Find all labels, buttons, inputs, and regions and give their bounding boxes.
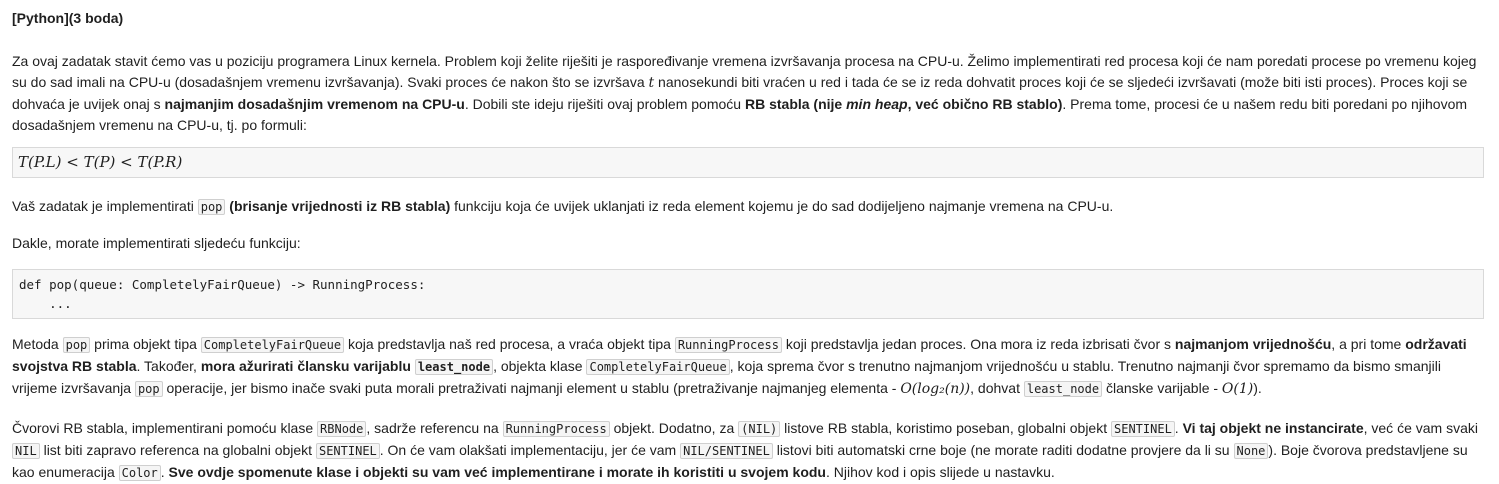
inline-code-nil-sentinel: NIL/SENTINEL bbox=[680, 443, 773, 459]
code-block: def pop(queue: CompletelyFairQueue) -> R… bbox=[12, 269, 1484, 319]
metoda-text-10: , dohvat bbox=[970, 380, 1024, 396]
assignment-document: [Python](3 boda) Za ovaj zadatak stavit … bbox=[0, 8, 1498, 484]
cvorovi-text-12: . Njihov kod i opis slijede u nastavku. bbox=[825, 464, 1055, 480]
inline-code-color: Color bbox=[118, 465, 161, 481]
inline-code-least-node: least_node bbox=[1023, 381, 1103, 397]
inline-code-none: None bbox=[1233, 443, 1269, 459]
metoda-text-12: ). bbox=[1253, 380, 1262, 396]
inline-code-sentinel: SENTINEL bbox=[315, 443, 380, 459]
inline-code-completelyfairqueue: CompletelyFairQueue bbox=[586, 359, 730, 375]
metoda-text-2: prima objekt tipa bbox=[90, 336, 201, 352]
intro-paragraph: Za ovaj zadatak stavit ćemo vas u pozici… bbox=[12, 51, 1484, 136]
metoda-paragraph: Metoda pop prima objekt tipa CompletelyF… bbox=[12, 334, 1484, 400]
cvorovi-paragraph: Čvorovi RB stabla, implementirani pomoću… bbox=[12, 418, 1484, 484]
intro-bold-2-italic: min heap bbox=[846, 96, 908, 112]
metoda-bold-3-text: mora ažurirati člansku varijablu bbox=[200, 358, 415, 374]
inline-code-runningprocess: RunningProcess bbox=[674, 337, 782, 353]
inline-code-least-node: least_node bbox=[414, 359, 494, 375]
code-line-1: def pop(queue: CompletelyFairQueue) -> R… bbox=[19, 277, 426, 292]
intro-bold-2b: , već obično RB stablo) bbox=[907, 96, 1063, 112]
inline-code-nil: (NIL) bbox=[738, 421, 781, 437]
cvorovi-bold-2: Sve ovdje spomenute klase i objekti su v… bbox=[168, 464, 826, 480]
intro-bold-2a: RB stabla (nije bbox=[744, 96, 847, 112]
cvorovi-bold-1: Vi taj objekt ne instancirate bbox=[1182, 420, 1364, 436]
intro-bold-2: RB stabla (nije min heap, već obično RB … bbox=[745, 96, 1062, 112]
formula-box: T(P.L) < T(P) < T(P.R) bbox=[12, 147, 1484, 178]
metoda-bold-3: mora ažurirati člansku varijablu least_n… bbox=[200, 358, 494, 375]
cvorovi-text-9: listovi biti automatski crne boje (ne mo… bbox=[772, 442, 1234, 458]
inline-code-runningprocess: RunningProcess bbox=[502, 421, 610, 437]
metoda-text-6: . Također, bbox=[136, 358, 201, 374]
math-complexity-log: O(log₂(n)) bbox=[900, 381, 971, 397]
dakle-paragraph: Dakle, morate implementirati sljedeću fu… bbox=[12, 235, 301, 251]
metoda-text-5: , a pri tome bbox=[1331, 336, 1406, 352]
cvorovi-text-3: objekt. Dodatno, za bbox=[609, 420, 739, 436]
cvorovi-text-4: listove RB stabla, koristimo poseban, gl… bbox=[780, 420, 1111, 436]
inline-code-sentinel: SENTINEL bbox=[1111, 421, 1175, 437]
cvorovi-text-2: , sadrže referencu na bbox=[366, 420, 503, 436]
code-line-2: ... bbox=[19, 296, 72, 311]
pop-bold: (brisanje vrijednosti iz RB stabla) bbox=[225, 198, 451, 214]
cvorovi-text-6: , već će vam svaki bbox=[1363, 420, 1478, 436]
inline-code-pop: pop bbox=[197, 199, 226, 215]
metoda-text-9: operacije, jer bismo inače svaki puta mo… bbox=[162, 380, 901, 396]
cvorovi-text-8: . On će vam olakšati implementaciju, jer… bbox=[379, 442, 681, 458]
task-heading: [Python](3 boda) bbox=[12, 10, 124, 26]
pop-text-1: Vaš zadatak je implementirati bbox=[12, 198, 198, 214]
intro-bold-1: najmanjim dosadašnjim vremenom na CPU-u bbox=[164, 96, 465, 112]
metoda-text-11: članske varijable - bbox=[1102, 380, 1222, 396]
metoda-text-1: Metoda bbox=[12, 336, 63, 352]
inline-code-pop: pop bbox=[62, 337, 91, 353]
cvorovi-text-7: list biti zapravo referenca na globalni … bbox=[39, 442, 316, 458]
inline-code-rbnode: RBNode bbox=[317, 421, 367, 437]
inline-code-pop: pop bbox=[134, 381, 163, 397]
cvorovi-text-5: . bbox=[1174, 420, 1183, 436]
metoda-text-4: koji predstavlja jedan proces. Ona mora … bbox=[781, 336, 1175, 352]
metoda-text-7: , objekta klase bbox=[493, 358, 587, 374]
metoda-bold-1: najmanjom vrijednošću bbox=[1174, 336, 1332, 352]
pop-paragraph: Vaš zadatak je implementirati pop (brisa… bbox=[12, 196, 1484, 218]
intro-text-3: . Dobili ste ideju riješiti ovaj problem… bbox=[464, 96, 745, 112]
math-complexity-constant: O(1) bbox=[1221, 381, 1254, 397]
cvorovi-text-11: . bbox=[160, 464, 169, 480]
pop-text-2: funkciju koja će uvijek uklanjati iz red… bbox=[450, 198, 1114, 214]
cvorovi-text-1: Čvorovi RB stabla, implementirani pomoću… bbox=[12, 420, 318, 436]
metoda-text-3: koja predstavlja naš red procesa, a vrać… bbox=[344, 336, 675, 352]
inline-code-nil: NIL bbox=[12, 443, 40, 459]
inline-code-completelyfairqueue: CompletelyFairQueue bbox=[200, 337, 345, 353]
